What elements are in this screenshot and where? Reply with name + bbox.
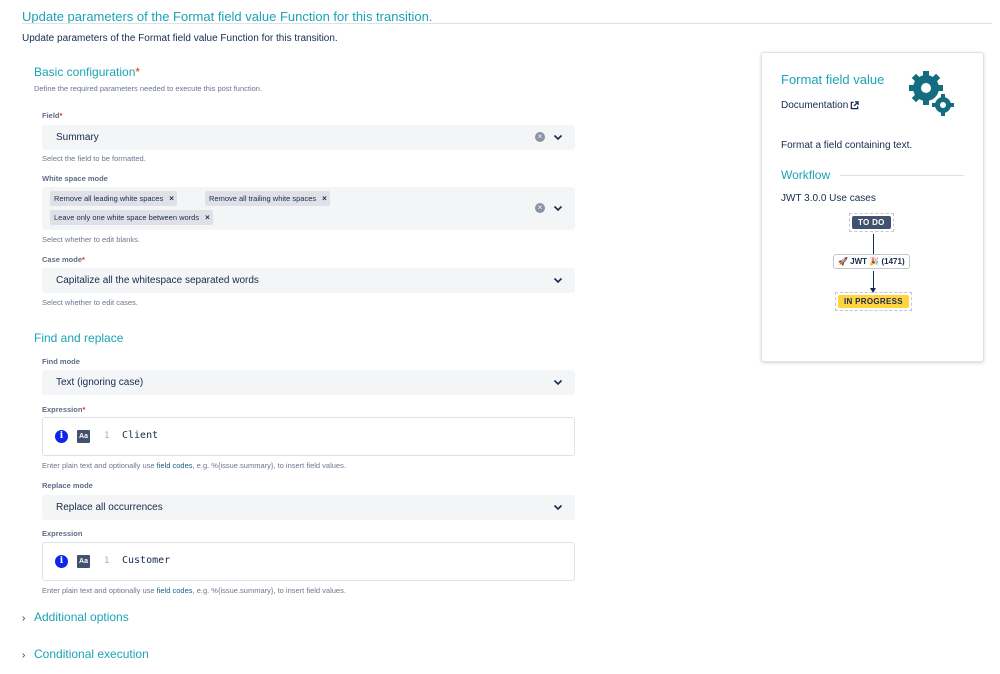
field-label: Field* (42, 111, 62, 120)
basic-config-title-text: Basic configuration (34, 65, 136, 79)
field-help: Select the field to be formatted. (42, 154, 146, 163)
documentation-link[interactable]: Documentation (781, 100, 859, 111)
documentation-label: Documentation (781, 100, 849, 111)
workflow-connector (873, 271, 874, 289)
chevron-right-icon: › (22, 650, 26, 661)
chevron-down-icon[interactable] (552, 202, 564, 214)
expression-label: Expression (42, 529, 83, 538)
aa-icon[interactable]: Aa (77, 555, 90, 568)
aa-icon[interactable]: Aa (77, 430, 90, 443)
expression-help: Enter plain text and optionally use fiel… (42, 461, 346, 470)
whitespace-tag: Leave only one white space between words… (50, 210, 213, 225)
page-subtitle: Update parameters of the Format field va… (22, 33, 338, 44)
help-text: , e.g. %{issue.summary}, to insert field… (192, 586, 346, 595)
help-text: Enter plain text and optionally use (42, 586, 157, 595)
find-mode-value: Text (ignoring case) (56, 377, 144, 388)
whitespace-tag: Remove all trailing white spaces × (205, 191, 330, 206)
tag-label: Leave only one white space between words (54, 213, 200, 222)
card-description: Format a field containing text. (781, 140, 913, 151)
expression-help: Enter plain text and optionally use fiel… (42, 586, 346, 595)
required-mark: * (59, 111, 63, 120)
workflow-transition: 🚀 JWT 🎉 (1471) (833, 254, 910, 269)
find-replace-title: Find and replace (34, 331, 124, 345)
workflow-connector (873, 234, 874, 254)
chevron-down-icon[interactable] (552, 376, 564, 388)
find-expression-editor[interactable]: i Aa 1 Client (42, 417, 575, 456)
required-mark: * (82, 255, 85, 264)
expression-code[interactable]: Client (122, 430, 158, 441)
workflow-heading: Workflow (781, 168, 831, 182)
find-mode-label: Find mode (42, 357, 80, 366)
replace-mode-label: Replace mode (42, 481, 93, 490)
help-text: Enter plain text and optionally use (42, 461, 157, 470)
clear-icon[interactable]: × (535, 132, 545, 142)
basic-config-title: Basic configuration* (34, 65, 140, 79)
conditional-execution-toggle[interactable]: › Conditional execution (22, 647, 149, 661)
conditional-execution-label: Conditional execution (34, 647, 149, 661)
page-title: Update parameters of the Format field va… (22, 9, 433, 24)
tag-label: Remove all trailing white spaces (209, 194, 317, 203)
field-codes-link[interactable]: field codes (157, 461, 193, 470)
chevron-down-icon[interactable] (552, 501, 564, 513)
replace-expression-editor[interactable]: i Aa 1 Customer (42, 542, 575, 581)
title-divider (22, 23, 992, 24)
status-todo: TO DO (852, 216, 891, 229)
case-mode-label: Case mode* (42, 255, 85, 264)
field-select-value: Summary (56, 132, 99, 143)
case-mode-select[interactable]: Capitalize all the whitespace separated … (42, 268, 575, 293)
find-mode-select[interactable]: Text (ignoring case) (42, 370, 575, 395)
additional-options-label: Additional options (34, 610, 129, 624)
case-mode-help: Select whether to edit cases. (42, 298, 138, 307)
workflow-divider (840, 175, 964, 176)
replace-mode-value: Replace all occurrences (56, 502, 163, 513)
replace-mode-select[interactable]: Replace all occurrences (42, 495, 575, 520)
status-todo-frame: TO DO (849, 213, 894, 232)
chevron-down-icon[interactable] (552, 131, 564, 143)
chevron-right-icon: › (22, 613, 26, 624)
status-in-progress: IN PROGRESS (838, 295, 909, 308)
line-number: 1 (104, 556, 110, 566)
tag-remove-icon[interactable]: × (169, 191, 174, 206)
function-info-card: Format field value Documentation Format … (761, 52, 984, 362)
help-text: , e.g. %{issue.summary}, to insert field… (192, 461, 346, 470)
additional-options-toggle[interactable]: › Additional options (22, 610, 129, 624)
case-mode-value: Capitalize all the whitespace separated … (56, 275, 259, 286)
gears-icon (909, 71, 954, 116)
whitespace-tag: Remove all leading white spaces × (50, 191, 177, 206)
status-in-progress-frame: IN PROGRESS (835, 292, 912, 311)
expression-label: Expression* (42, 405, 85, 414)
required-mark: * (82, 405, 86, 414)
required-mark: * (135, 65, 141, 79)
whitespace-label: White space mode (42, 174, 108, 183)
external-link-icon (850, 101, 859, 110)
expression-code[interactable]: Customer (122, 555, 170, 566)
field-select[interactable]: Summary × (42, 125, 575, 150)
expression-label-text: Expression (42, 405, 83, 414)
whitespace-multiselect[interactable]: Remove all leading white spaces × Remove … (42, 187, 575, 230)
whitespace-help: Select whether to edit blanks. (42, 235, 140, 244)
info-icon[interactable]: i (55, 430, 68, 443)
card-title: Format field value (781, 72, 885, 87)
field-codes-link[interactable]: field codes (157, 586, 193, 595)
case-mode-label-text: Case mode (42, 255, 83, 264)
use-cases-label: JWT 3.0.0 Use cases (781, 193, 876, 204)
tag-remove-icon[interactable]: × (322, 191, 327, 206)
chevron-down-icon[interactable] (552, 274, 564, 286)
basic-config-description: Define the required parameters needed to… (34, 84, 263, 93)
clear-icon[interactable]: × (535, 203, 545, 213)
info-icon[interactable]: i (55, 555, 68, 568)
line-number: 1 (104, 431, 110, 441)
field-label-text: Field (42, 111, 60, 120)
tag-remove-icon[interactable]: × (205, 210, 210, 225)
tag-label: Remove all leading white spaces (54, 194, 164, 203)
